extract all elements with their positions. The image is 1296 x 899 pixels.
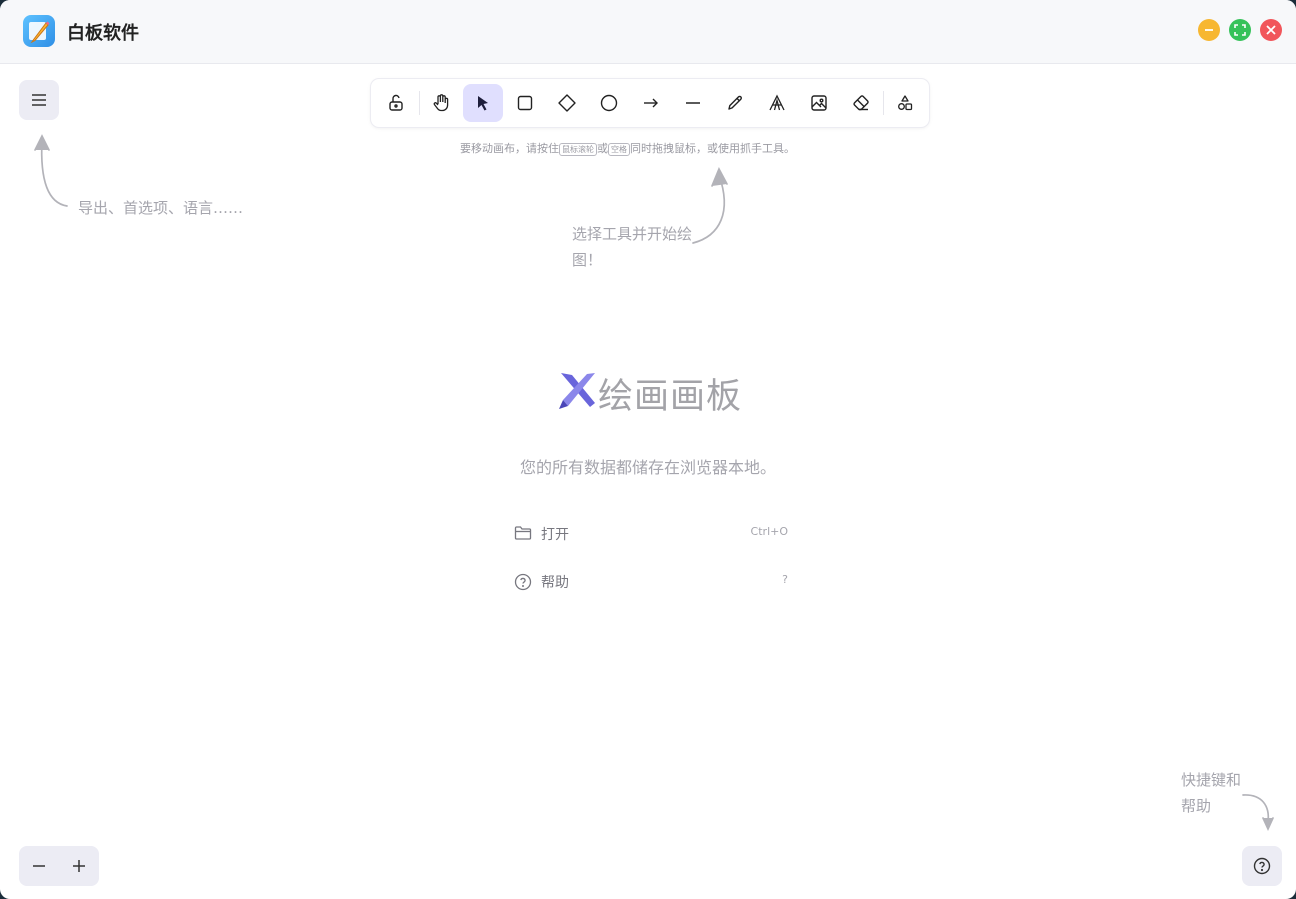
logo-icon [557,369,599,415]
zoom-in-button[interactable] [59,846,99,886]
storage-note: 您的所有数据都储存在浏览器本地。 [519,458,776,477]
open-shortcut: Ctrl+O [750,525,788,538]
help-shortcut: ? [782,573,788,586]
open-menu-item[interactable]: 打开 Ctrl+O [514,522,788,546]
plus-icon [73,860,85,872]
shortcut-hint: 快捷键和帮助 [1181,771,1242,815]
zoom-controls [19,846,99,886]
help-circle-icon [514,573,532,591]
zoom-out-button[interactable] [19,846,59,886]
tool-hint: 选择工具并开始绘图！ [572,225,693,269]
help-circle-icon [1253,857,1271,875]
minus-icon [33,865,45,867]
help-menu-item[interactable]: 帮助 ? [514,570,788,594]
folder-icon [514,526,532,540]
help-button[interactable] [1242,846,1282,886]
help-label: 帮助 [541,575,569,591]
hint-arrows [34,134,1274,832]
logo-text: 绘画画板 [598,377,743,417]
app-window: 白板软件 要移动画布，请按住 鼠标滚轮 或 空格 同时拖拽鼠标，或使用抓手工具。… [0,0,1296,899]
open-label: 打开 [541,527,569,543]
menu-hint: 导出、首选项、语言…… [78,199,244,217]
